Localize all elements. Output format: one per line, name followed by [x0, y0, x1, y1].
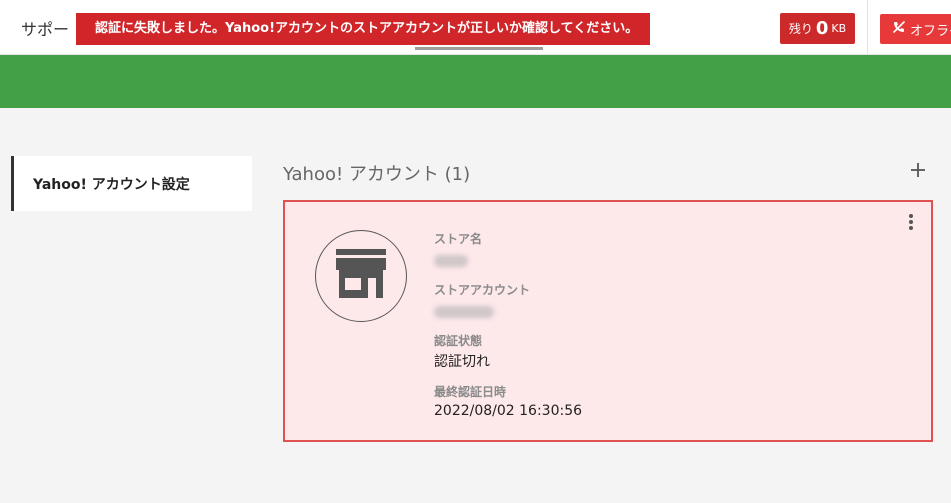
topbar-divider: [867, 0, 868, 55]
store-name-label: ストア名: [434, 232, 483, 246]
more-vertical-icon: [908, 213, 914, 235]
remaining-prefix: 残り: [788, 22, 813, 36]
store-account-value-redacted: [434, 306, 494, 318]
error-banner: 認証に失敗しました。Yahoo!アカウントのストアアカウントが正しいか確認してく…: [76, 13, 650, 45]
sidebar-item-yahoo-account-settings[interactable]: Yahoo! アカウント設定: [11, 156, 252, 211]
green-header-band: [0, 55, 951, 108]
auth-status-label: 認証状態: [434, 334, 483, 348]
remaining-value: 0: [815, 18, 829, 39]
add-account-button[interactable]: [906, 160, 930, 184]
top-bar: サポー 認証に失敗しました。Yahoo!アカウントのストアアカウントが正しいか確…: [0, 0, 951, 55]
store-icon: [334, 248, 388, 304]
remaining-unit: KB: [831, 22, 847, 35]
phone-off-icon: [892, 20, 906, 38]
offline-label: オフライ: [910, 23, 951, 39]
store-name-value-redacted: [434, 255, 468, 267]
support-tab[interactable]: サポー: [21, 16, 69, 40]
section-title: Yahoo! アカウント (1): [283, 164, 471, 185]
offline-button[interactable]: オフライ: [880, 14, 951, 44]
store-account-label: ストアアカウント: [434, 283, 531, 297]
account-card: ストア名 ストアアカウント 認証状態 認証切れ 最終認証日時 2022/08/0…: [283, 200, 933, 442]
card-more-menu-button[interactable]: [901, 212, 921, 236]
store-avatar: [315, 230, 407, 322]
plus-icon: [909, 161, 927, 183]
last-auth-label: 最終認証日時: [434, 385, 507, 399]
remaining-quota-badge: 残り 0 KB: [780, 13, 855, 44]
tab-underline: [415, 47, 543, 50]
auth-status-value: 認証切れ: [434, 354, 490, 370]
last-auth-value: 2022/08/02 16:30:56: [434, 403, 583, 419]
sidebar-item-label: Yahoo! アカウント設定: [33, 176, 190, 193]
